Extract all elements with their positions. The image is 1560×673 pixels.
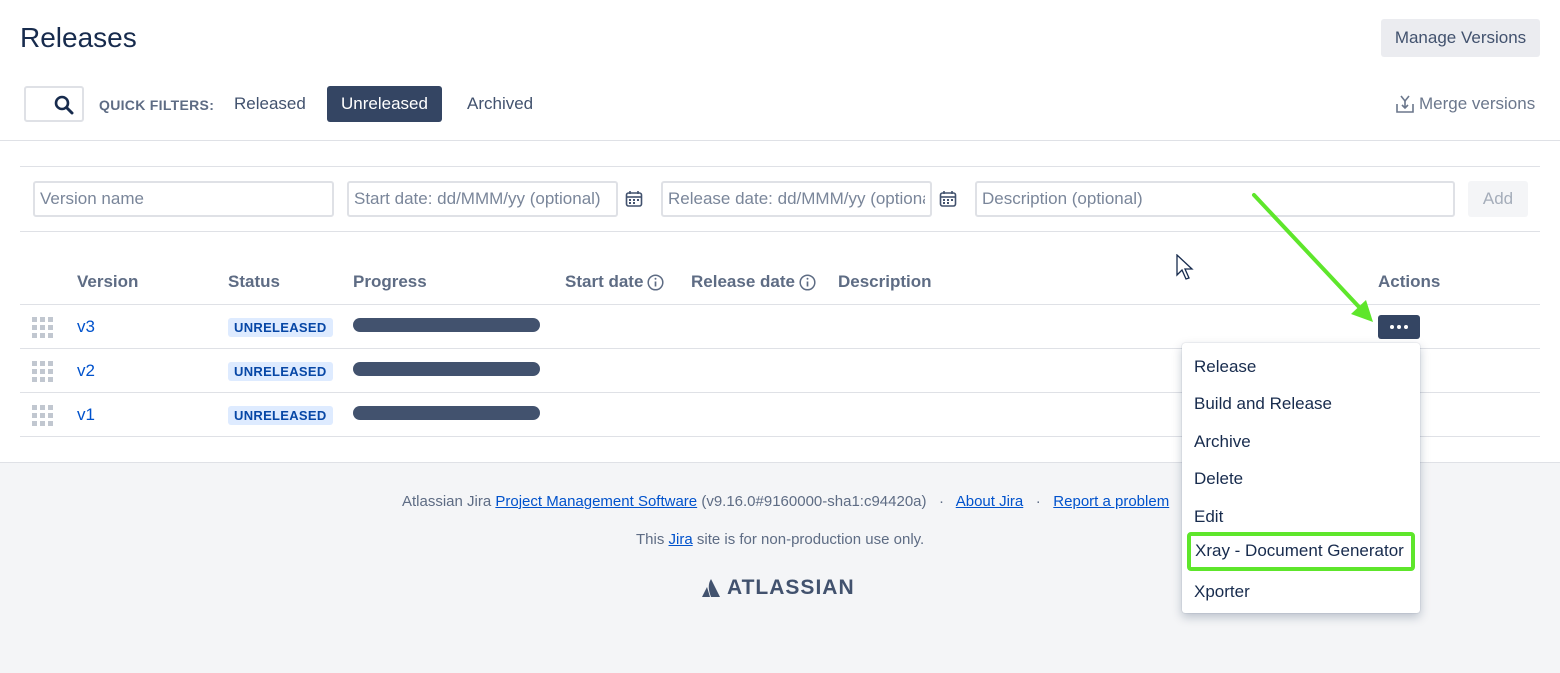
- quick-filters-label: QUICK FILTERS:: [99, 97, 215, 113]
- column-header-label: Release date: [691, 272, 795, 291]
- column-header-label: Progress: [353, 272, 427, 291]
- divider: [20, 166, 1540, 167]
- atlassian-logo-icon: [702, 579, 720, 597]
- start-date-input[interactable]: [347, 181, 618, 217]
- column-header-label: Status: [228, 272, 280, 291]
- atlassian-logo: ATLASSIAN: [701, 576, 855, 600]
- more-icon: [1390, 325, 1394, 329]
- about-jira-link[interactable]: About Jira: [956, 493, 1024, 510]
- filter-archived[interactable]: Archived: [453, 86, 547, 122]
- actions-dropdown-menu: Release Build and Release Archive Delete…: [1182, 343, 1420, 613]
- menu-item-archive[interactable]: Archive: [1182, 423, 1420, 460]
- info-icon[interactable]: [647, 273, 664, 291]
- version-name-input[interactable]: [33, 181, 334, 217]
- status-badge: UNRELEASED: [228, 318, 333, 337]
- divider: [20, 304, 1540, 305]
- progress-bar: [353, 406, 540, 420]
- search-icon: [54, 95, 74, 115]
- divider: [0, 140, 1560, 141]
- filter-released[interactable]: Released: [220, 86, 320, 122]
- drag-handle-icon[interactable]: [32, 317, 53, 338]
- status-badge: UNRELEASED: [228, 362, 333, 381]
- merge-versions-label: Merge versions: [1419, 94, 1536, 113]
- mouse-cursor-icon: [1176, 254, 1194, 280]
- version-link[interactable]: v2: [77, 361, 95, 381]
- separator: ·: [939, 493, 945, 510]
- progress-bar: [353, 318, 540, 332]
- description-input[interactable]: [975, 181, 1455, 217]
- column-header-label: Description: [838, 272, 932, 291]
- column-header-version: Version: [77, 272, 138, 292]
- column-header-label: Actions: [1378, 272, 1441, 291]
- column-header-label: Version: [77, 272, 139, 291]
- drag-handle-icon[interactable]: [32, 405, 53, 426]
- notice-text: site is for non-production use only.: [696, 531, 925, 548]
- atlassian-logo-text: ATLASSIAN: [727, 576, 855, 599]
- menu-item-release[interactable]: Release: [1182, 348, 1420, 385]
- column-header-label: Start date: [565, 272, 644, 291]
- version-link[interactable]: v1: [77, 405, 95, 425]
- actions-more-button[interactable]: [1378, 315, 1420, 339]
- calendar-icon[interactable]: [939, 190, 957, 208]
- menu-item-build-and-release[interactable]: Build and Release: [1182, 385, 1420, 422]
- menu-item-xray-document-generator[interactable]: Xray - Document Generator: [1187, 532, 1415, 571]
- column-header-description: Description: [838, 272, 932, 292]
- column-header-actions: Actions: [1378, 272, 1440, 292]
- add-version-button[interactable]: Add: [1468, 181, 1528, 217]
- non-production-notice: This Jira site is for non-production use…: [636, 531, 924, 548]
- footer-text: Atlassian Jira: [402, 493, 492, 510]
- jira-link[interactable]: Jira: [669, 531, 693, 548]
- calendar-icon[interactable]: [625, 190, 643, 208]
- project-management-link[interactable]: Project Management Software: [495, 493, 697, 510]
- filter-unreleased[interactable]: Unreleased: [327, 86, 442, 122]
- release-date-input[interactable]: [661, 181, 932, 217]
- version-text: (v9.16.0#9160000-sha1:c94420a): [701, 493, 927, 510]
- merge-versions-link[interactable]: Merge versions: [1395, 94, 1535, 114]
- menu-item-xporter[interactable]: Xporter: [1182, 573, 1420, 610]
- separator: ·: [1035, 493, 1041, 510]
- version-link[interactable]: v3: [77, 317, 95, 337]
- merge-icon: [1396, 95, 1414, 113]
- more-icon: [1404, 325, 1408, 329]
- column-header-start-date: Start date: [565, 272, 664, 292]
- menu-item-edit[interactable]: Edit: [1182, 498, 1420, 535]
- status-badge: UNRELEASED: [228, 406, 333, 425]
- divider: [20, 231, 1540, 232]
- manage-versions-button[interactable]: Manage Versions: [1381, 19, 1540, 57]
- column-header-release-date: Release date: [691, 272, 816, 292]
- drag-handle-icon[interactable]: [32, 361, 53, 382]
- column-header-status: Status: [228, 272, 280, 292]
- column-header-progress: Progress: [353, 272, 427, 292]
- progress-bar: [353, 362, 540, 376]
- notice-text: This: [636, 531, 665, 548]
- menu-item-delete[interactable]: Delete: [1182, 460, 1420, 497]
- info-icon[interactable]: [799, 273, 816, 291]
- search-input[interactable]: [24, 86, 84, 122]
- report-problem-link[interactable]: Report a problem: [1053, 493, 1169, 510]
- more-icon: [1397, 325, 1401, 329]
- page-title: Releases: [20, 22, 137, 53]
